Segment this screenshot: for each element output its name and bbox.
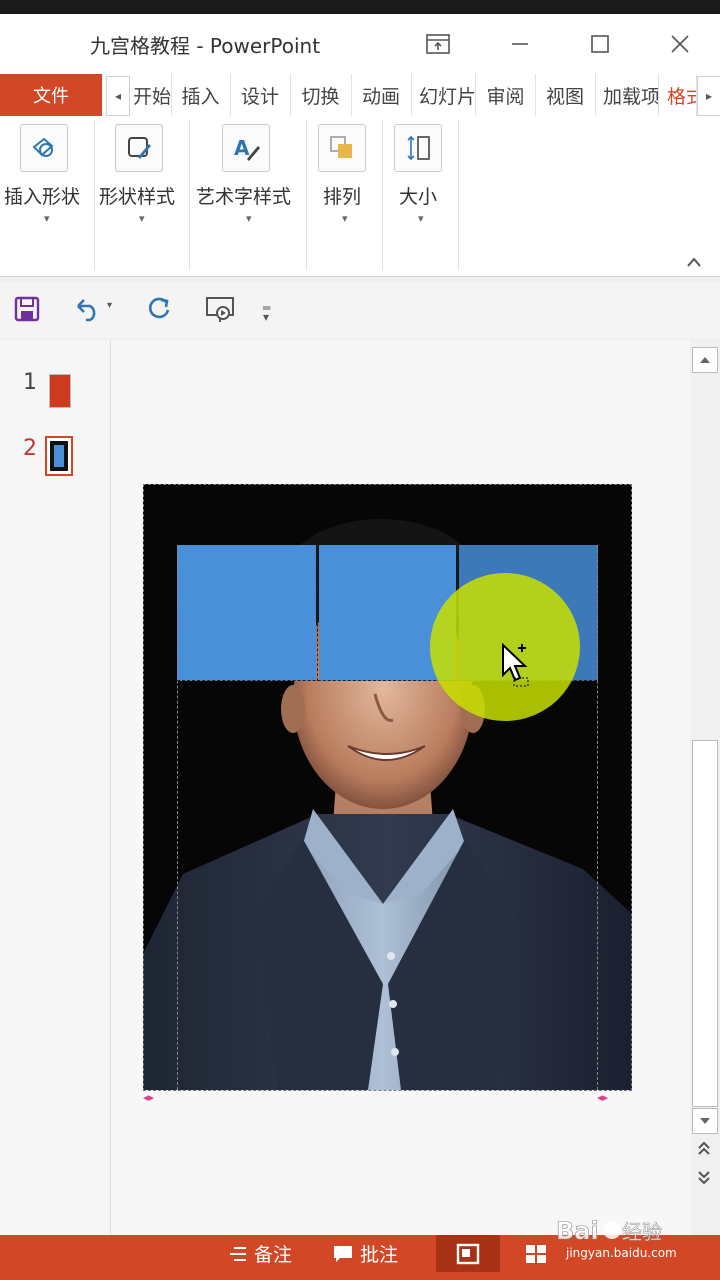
maximize-icon[interactable] xyxy=(578,22,622,66)
tab-format[interactable]: 格式 xyxy=(659,74,697,116)
undo-icon[interactable] xyxy=(74,296,102,326)
selection-outline xyxy=(143,484,632,1091)
tab-insert-label: 插入 xyxy=(181,85,220,108)
tab-addins[interactable]: 加载项 xyxy=(595,74,659,116)
chevron-down-icon: ▾ xyxy=(246,212,252,225)
slide-number: 2 xyxy=(23,436,37,461)
baidu-logo-icon: Bai 经验 xyxy=(556,1217,663,1246)
chevron-down-icon: ▾ xyxy=(44,212,50,225)
slide-number: 1 xyxy=(23,370,37,395)
comment-icon xyxy=(334,1245,352,1262)
tab-animations[interactable]: 动画 xyxy=(351,74,412,116)
arrange-icon xyxy=(318,124,366,172)
customize-toolbar-icon[interactable]: ═ ▾ xyxy=(263,302,270,323)
size-label: 大小 xyxy=(399,186,438,208)
insert-shapes-label: 插入形状 xyxy=(4,186,81,208)
collapse-ribbon-icon[interactable] xyxy=(684,252,704,272)
tab-transitions[interactable]: 切换 xyxy=(290,74,352,116)
comments-label: 批注 xyxy=(360,1244,399,1266)
smart-guide-arrow-icon: ◂▸ xyxy=(597,1091,609,1104)
shape-style-icon xyxy=(115,124,163,172)
close-icon[interactable] xyxy=(658,22,702,66)
tab-design-label: 设计 xyxy=(240,85,279,108)
comments-button[interactable]: 批注 xyxy=(332,1235,398,1272)
svg-text:A: A xyxy=(234,136,250,160)
insert-shape-icon xyxy=(20,124,68,172)
guide-line xyxy=(177,545,178,1090)
tab-view-label: 视图 xyxy=(545,85,584,108)
redo-icon[interactable] xyxy=(146,296,172,326)
svg-text:经验: 经验 xyxy=(622,1220,662,1244)
top-frame-bar xyxy=(0,0,720,14)
ribbon-group-wordart-styles[interactable]: A 艺术字样式 ▾ xyxy=(190,120,307,270)
mouse-pointer-icon xyxy=(500,642,534,694)
save-icon[interactable] xyxy=(14,296,40,326)
tab-scroll-left-icon[interactable]: ◂ xyxy=(106,76,130,116)
size-icon xyxy=(394,124,442,172)
ribbon-group-shape-styles[interactable]: 形状样式 ▾ xyxy=(95,120,190,270)
chevron-down-icon: ▾ xyxy=(418,212,424,225)
notes-button[interactable]: 备注 xyxy=(228,1235,292,1272)
chevron-down-icon: ▾ xyxy=(139,212,145,225)
scroll-up-icon[interactable] xyxy=(692,347,718,373)
shape-styles-label: 形状样式 xyxy=(99,186,176,208)
slide-thumbnail-2[interactable] xyxy=(45,436,73,476)
slide-thumbnail-1[interactable] xyxy=(49,374,71,408)
tab-transitions-label: 切换 xyxy=(301,85,340,108)
tab-home[interactable]: 开始 xyxy=(129,74,172,116)
smart-guide-arrow-icon: ◂▸ xyxy=(143,1091,155,1104)
tab-file[interactable]: 文件 xyxy=(0,74,102,116)
ribbon-group-size[interactable]: 大小 ▾ xyxy=(383,120,459,270)
arrange-label: 排列 xyxy=(323,186,362,208)
notes-label: 备注 xyxy=(254,1244,293,1266)
tab-view[interactable]: 视图 xyxy=(535,74,596,116)
normal-view-icon xyxy=(456,1243,480,1264)
tab-insert[interactable]: 插入 xyxy=(171,74,231,116)
chevron-down-icon: ▾ xyxy=(342,212,348,225)
svg-text:Bai: Bai xyxy=(556,1217,599,1245)
tab-review[interactable]: 审阅 xyxy=(476,74,536,116)
tab-scroll-right-icon[interactable]: ▸ xyxy=(697,76,720,116)
wordart-styles-label: 艺术字样式 xyxy=(196,186,292,208)
tab-slideshow-label: 幻灯片放映 xyxy=(419,85,476,108)
next-slide-icon[interactable] xyxy=(697,1170,711,1190)
tab-format-label: 格式 xyxy=(667,85,696,108)
wordart-style-icon: A xyxy=(222,124,270,172)
tab-home-label: 开始 xyxy=(132,85,171,108)
normal-view-button[interactable] xyxy=(436,1235,500,1272)
scrollbar-thumb[interactable] xyxy=(692,740,718,1107)
tab-review-label: 审阅 xyxy=(486,85,525,108)
tab-design[interactable]: 设计 xyxy=(230,74,291,116)
minimize-icon[interactable] xyxy=(498,22,542,66)
ribbon-group-arrange[interactable]: 排列 ▾ xyxy=(307,120,383,270)
baidu-jingyan-watermark: Bai 经验 jingyan.baidu.com xyxy=(556,1212,686,1272)
undo-dropdown-icon[interactable]: ▾ xyxy=(107,300,112,311)
scroll-down-icon[interactable] xyxy=(692,1108,718,1134)
window-title: 九宫格教程 - PowerPoint xyxy=(90,34,321,58)
notes-icon xyxy=(230,1246,246,1261)
present-icon[interactable] xyxy=(204,295,236,329)
grid-view-icon xyxy=(526,1244,546,1263)
slide-sorter-button[interactable] xyxy=(518,1235,554,1272)
ribbon-group-insert-shapes[interactable]: 插入形状 ▾ xyxy=(0,120,95,270)
guide-line xyxy=(597,545,598,1090)
watermark-url: jingyan.baidu.com xyxy=(566,1246,677,1260)
tab-animations-label: 动画 xyxy=(361,85,400,108)
tab-slideshow[interactable]: 幻灯片放映 xyxy=(411,74,476,116)
previous-slide-icon[interactable] xyxy=(697,1140,711,1160)
ribbon-display-options-icon[interactable] xyxy=(416,22,460,66)
tab-addins-label: 加载项 xyxy=(603,85,659,108)
guide-line xyxy=(317,545,318,681)
